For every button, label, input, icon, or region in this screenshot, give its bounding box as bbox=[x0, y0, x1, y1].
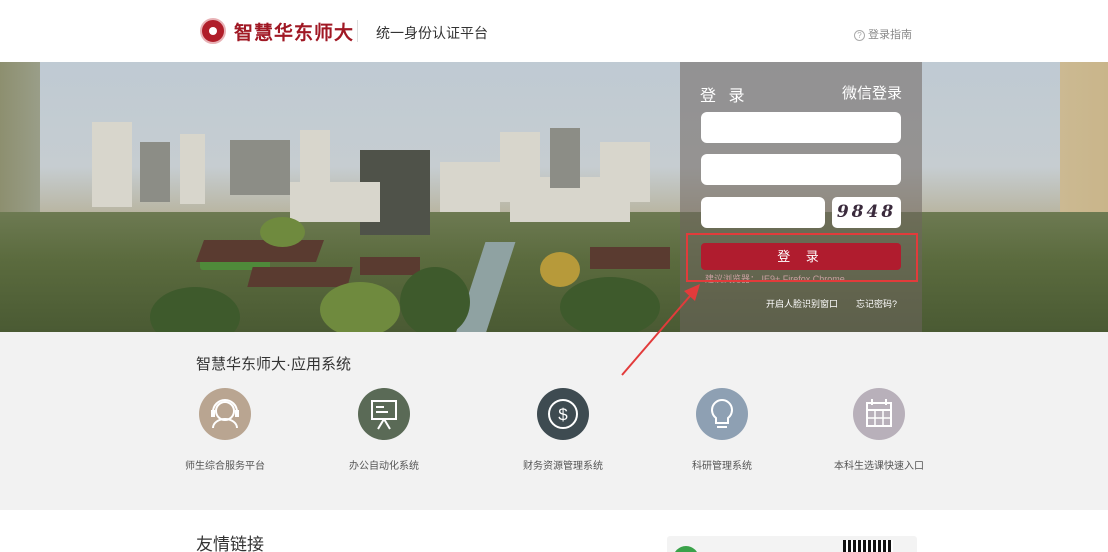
platform-title: 统一身份认证平台 bbox=[376, 25, 488, 41]
banner-building bbox=[550, 128, 580, 188]
banner-tree bbox=[260, 217, 305, 247]
banner-roof bbox=[360, 257, 420, 275]
captcha-image[interactable]: 9848 bbox=[832, 197, 901, 228]
presentation-board-icon bbox=[358, 388, 410, 440]
app-systems-section: 智慧华东师大·应用系统 师生综合服务平台 办公自动化系统 $ 财务资源管理系统 … bbox=[0, 332, 1108, 510]
wechat-login-tab[interactable]: 微信登录 bbox=[842, 82, 902, 103]
university-emblem-icon bbox=[200, 18, 226, 44]
header-inner: 智慧华东师大 统一身份认证平台 ? 登录指南 bbox=[200, 0, 920, 62]
app-logo-icon bbox=[673, 546, 699, 552]
header-divider bbox=[357, 20, 358, 42]
forgot-password-link[interactable]: 忘记密码? bbox=[856, 297, 897, 310]
app-label: 财务资源管理系统 bbox=[523, 461, 603, 472]
face-recognition-link[interactable]: 开启人脸识别窗口 bbox=[766, 297, 838, 310]
browser-recommendation: 建议浏览器： IE9+ Firefox Chrome bbox=[705, 272, 845, 285]
password-input[interactable] bbox=[701, 154, 901, 185]
banner-roof bbox=[195, 240, 325, 262]
apps-section-title: 智慧华东师大·应用系统 bbox=[196, 356, 351, 373]
login-page: 智慧华东师大 统一身份认证平台 ? 登录指南 登 录 微信登录 9848 登 录… bbox=[0, 0, 1108, 552]
banner-tree bbox=[540, 252, 580, 287]
logo-text[interactable]: 智慧华东师大 bbox=[234, 18, 354, 45]
app-item-office-automation[interactable]: 办公自动化系统 bbox=[324, 388, 444, 473]
calendar-grid-icon bbox=[853, 388, 905, 440]
banner-building bbox=[230, 140, 290, 195]
browser-tip-label: 建议浏览器： bbox=[705, 274, 760, 284]
banner-roof bbox=[247, 267, 353, 287]
username-input[interactable] bbox=[701, 112, 901, 143]
banner-tree bbox=[320, 282, 400, 332]
qr-code-card bbox=[667, 536, 917, 552]
banner-building bbox=[440, 162, 500, 212]
top-header: 智慧华东师大 统一身份认证平台 ? 登录指南 bbox=[0, 0, 1108, 62]
banner-tree bbox=[400, 267, 470, 332]
app-item-finance[interactable]: $ 财务资源管理系统 bbox=[503, 388, 623, 473]
friend-links-title: 友情链接 bbox=[196, 535, 264, 552]
app-label: 科研管理系统 bbox=[692, 461, 752, 472]
banner-building bbox=[290, 182, 380, 222]
banner-building bbox=[140, 142, 170, 202]
app-item-service-platform[interactable]: 师生综合服务平台 bbox=[165, 388, 285, 473]
login-button[interactable]: 登 录 bbox=[701, 243, 901, 270]
question-circle-icon: ? bbox=[854, 30, 865, 41]
campus-banner-image bbox=[0, 62, 1108, 332]
svg-text:$: $ bbox=[558, 405, 568, 424]
browser-list: IE9+ Firefox Chrome bbox=[761, 274, 845, 284]
app-item-course-selection[interactable]: 本科生选课快速入口 bbox=[819, 388, 939, 473]
banner-building bbox=[180, 134, 205, 204]
captcha-input[interactable] bbox=[701, 197, 825, 228]
login-guide-link[interactable]: ? 登录指南 bbox=[854, 26, 912, 42]
app-item-research[interactable]: 科研管理系统 bbox=[662, 388, 782, 473]
app-label: 本科生选课快速入口 bbox=[834, 461, 924, 472]
qr-code-icon bbox=[843, 540, 893, 552]
login-guide-label: 登录指南 bbox=[868, 29, 912, 41]
headset-support-icon bbox=[199, 388, 251, 440]
app-label: 师生综合服务平台 bbox=[185, 461, 265, 472]
dollar-coin-icon: $ bbox=[537, 388, 589, 440]
login-title[interactable]: 登 录 bbox=[700, 82, 748, 106]
annotation-arrow-icon bbox=[621, 284, 700, 376]
banner-building bbox=[92, 122, 132, 207]
lightbulb-icon bbox=[696, 388, 748, 440]
banner-roof bbox=[590, 247, 670, 269]
banner-building bbox=[600, 142, 650, 202]
login-panel: 登 录 微信登录 9848 登 录 建议浏览器： IE9+ Firefox Ch… bbox=[680, 62, 922, 332]
app-label: 办公自动化系统 bbox=[349, 461, 419, 472]
